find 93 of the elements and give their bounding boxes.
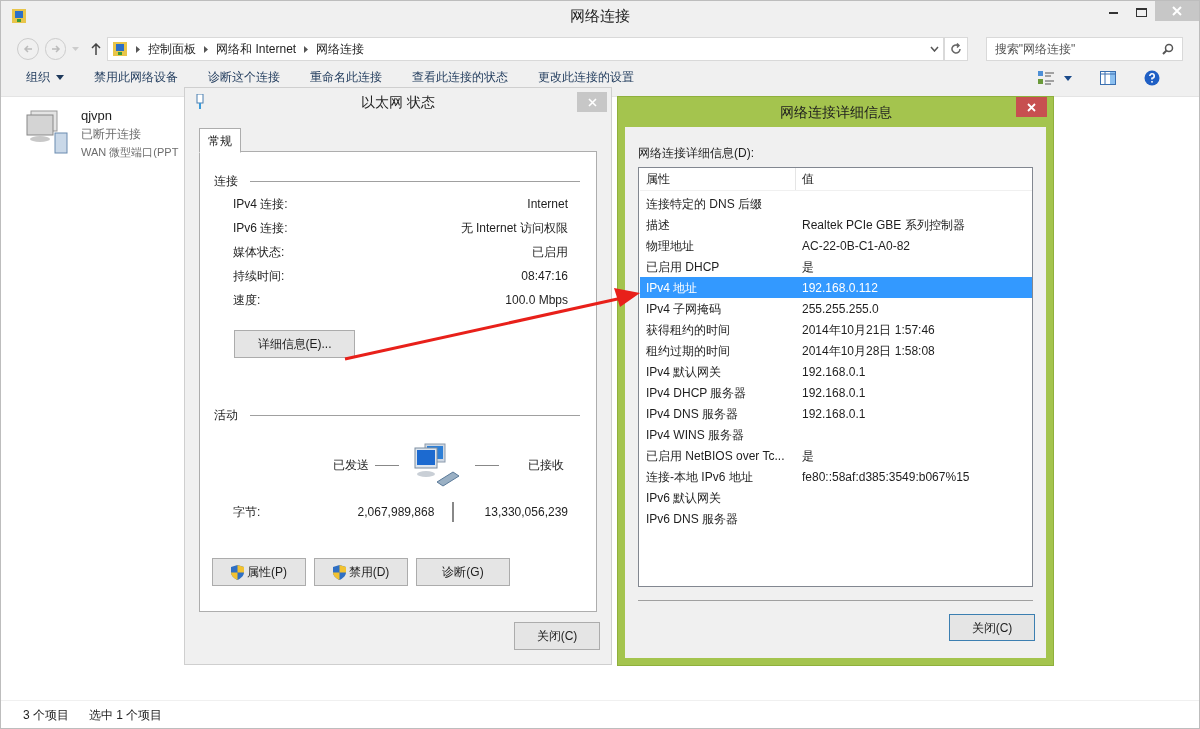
column-header[interactable]: 属性 xyxy=(640,168,796,190)
breadcrumb-separator-icon xyxy=(204,45,209,53)
bytes-sent: 2,067,989,868 xyxy=(356,504,435,521)
dropdown-chevron-icon xyxy=(930,46,940,52)
dialog-button[interactable]: 禁用(D) xyxy=(314,558,408,586)
field-label: IPv6 连接: xyxy=(233,221,288,235)
dialog-button[interactable]: 诊断(G) xyxy=(416,558,510,586)
sent-label: 已发送 xyxy=(333,457,369,474)
field-value: Internet xyxy=(527,197,568,211)
view-options-button[interactable] xyxy=(1038,71,1072,85)
section-heading: 活动 xyxy=(214,407,238,424)
field-label: IPv4 连接: xyxy=(233,197,288,211)
list-row[interactable]: 连接特定的 DNS 后缀 xyxy=(640,193,1032,214)
up-arrow-icon xyxy=(91,43,102,55)
details-view-icon xyxy=(1038,71,1054,85)
close-button[interactable] xyxy=(1016,97,1047,117)
list-row[interactable]: IPv6 DNS 服务器 xyxy=(640,508,1032,529)
toolbar-button[interactable]: 组织 xyxy=(26,70,64,84)
list-row[interactable]: IPv6 默认网关 xyxy=(640,487,1032,508)
search-input[interactable]: 搜索"网络连接" xyxy=(994,40,1162,58)
field-value: 已启用 xyxy=(532,245,568,259)
list-row[interactable]: IPv4 DNS 服务器 192.168.0.1 xyxy=(640,403,1032,424)
refresh-button[interactable] xyxy=(944,37,968,61)
list-row[interactable]: 已启用 NetBIOS over Tc... 是 xyxy=(640,445,1032,466)
close-dialog-button[interactable]: 关闭(C) xyxy=(514,622,600,650)
list-row[interactable]: IPv4 默认网关 192.168.0.1 xyxy=(640,361,1032,382)
list-row[interactable]: IPv4 子网掩码 255.255.255.0 xyxy=(640,298,1032,319)
toolbar-button[interactable]: 诊断这个连接 xyxy=(208,70,280,84)
back-arrow-icon xyxy=(22,44,33,54)
status-text: 选中 1 个项目 xyxy=(89,706,163,724)
toolbar-button[interactable]: 更改此连接的设置 xyxy=(538,70,634,84)
close-icon xyxy=(1027,102,1036,112)
toolbar-button[interactable]: 查看此连接的状态 xyxy=(412,70,508,84)
received-label: 已接收 xyxy=(528,457,564,474)
list-row[interactable]: 物理地址 AC-22-0B-C1-A0-82 xyxy=(640,235,1032,256)
help-button[interactable] xyxy=(1144,70,1160,86)
field-value: 100.0 Mbps xyxy=(505,293,568,307)
details-button[interactable]: 详细信息(E)... xyxy=(234,330,355,358)
tab[interactable]: 常规 xyxy=(199,128,241,153)
caret-icon xyxy=(1064,75,1072,81)
field-label: 媒体状态: xyxy=(233,245,285,259)
field-value: 08:47:16 xyxy=(521,269,568,283)
dialog-title: 网络连接详细信息 xyxy=(779,102,892,122)
close-icon xyxy=(587,97,597,107)
search-icon xyxy=(1162,43,1174,55)
minimize-icon xyxy=(1108,10,1118,14)
bytes-label: 字节: xyxy=(233,504,261,521)
list-row[interactable]: IPv4 WINS 服务器 xyxy=(640,424,1032,445)
network-folder-icon xyxy=(112,41,129,57)
breadcrumb-separator-icon xyxy=(136,45,141,53)
field-label: 持续时间: xyxy=(233,269,285,283)
list-row[interactable]: 租约过期的时间 2014年10月28日 1:58:08 xyxy=(640,340,1032,361)
shield-icon xyxy=(231,564,244,580)
dialog-button[interactable]: 属性(P) xyxy=(212,558,306,586)
network-computers-icon xyxy=(413,442,461,488)
connection-name[interactable]: qjvpn xyxy=(81,107,179,125)
forward-arrow-icon xyxy=(50,44,61,54)
breadcrumb-link[interactable]: 网络连接 xyxy=(316,40,365,58)
bytes-received: 13,330,056,239 xyxy=(484,504,568,521)
dialog-title: 以太网 状态 xyxy=(361,92,435,112)
section-heading: 连接 xyxy=(214,173,238,190)
preview-pane-button[interactable] xyxy=(1100,71,1116,85)
close-dialog-button[interactable]: 关闭(C) xyxy=(949,614,1035,641)
toolbar-button[interactable]: 禁用此网络设备 xyxy=(94,70,178,84)
breadcrumb-link[interactable]: 网络和 Internet xyxy=(216,40,297,58)
status-text: 3 个项目 xyxy=(23,706,69,724)
close-icon xyxy=(1172,6,1182,16)
refresh-icon xyxy=(949,43,962,55)
shield-icon xyxy=(332,564,346,580)
breadcrumb-separator-icon xyxy=(304,45,309,53)
list-row[interactable]: 获得租约的时间 2014年10月21日 1:57:46 xyxy=(640,319,1032,340)
window-title: 网络连接 xyxy=(570,5,630,26)
search-field[interactable]: 搜索"网络连接" xyxy=(985,37,1183,61)
list-row[interactable]: IPv4 DHCP 服务器 192.168.0.1 xyxy=(640,382,1032,403)
list-row[interactable]: 已启用 DHCP 是 xyxy=(640,256,1032,277)
help-icon xyxy=(1144,70,1160,86)
details-list[interactable] xyxy=(638,167,1033,587)
breadcrumb-link[interactable]: 控制面板 xyxy=(148,40,197,58)
list-label: 网络连接详细信息(D): xyxy=(638,145,755,162)
field-value: 无 Internet 访问权限 xyxy=(460,221,568,235)
list-row[interactable]: 连接-本地 IPv6 地址 fe80::58af:d385:3549:b067%15 xyxy=(640,466,1032,487)
address-bar[interactable]: 控制面板 网络和 Internet 网络连接 xyxy=(107,37,945,61)
connection-status: 已断开连接 xyxy=(81,126,142,143)
list-row[interactable]: 描述 Realtek PCIe GBE 系列控制器 xyxy=(640,214,1032,235)
dropdown-caret-icon xyxy=(72,47,80,51)
toolbar-button[interactable]: 重命名此连接 xyxy=(310,70,382,84)
network-folder-icon xyxy=(11,8,27,24)
ethernet-plug-icon xyxy=(195,94,205,110)
preview-pane-icon xyxy=(1100,71,1116,85)
field-label: 速度: xyxy=(233,293,261,307)
device-name: WAN 微型端口(PPT xyxy=(81,145,179,160)
column-header[interactable]: 值 xyxy=(796,168,1032,190)
maximize-icon xyxy=(1135,7,1147,17)
